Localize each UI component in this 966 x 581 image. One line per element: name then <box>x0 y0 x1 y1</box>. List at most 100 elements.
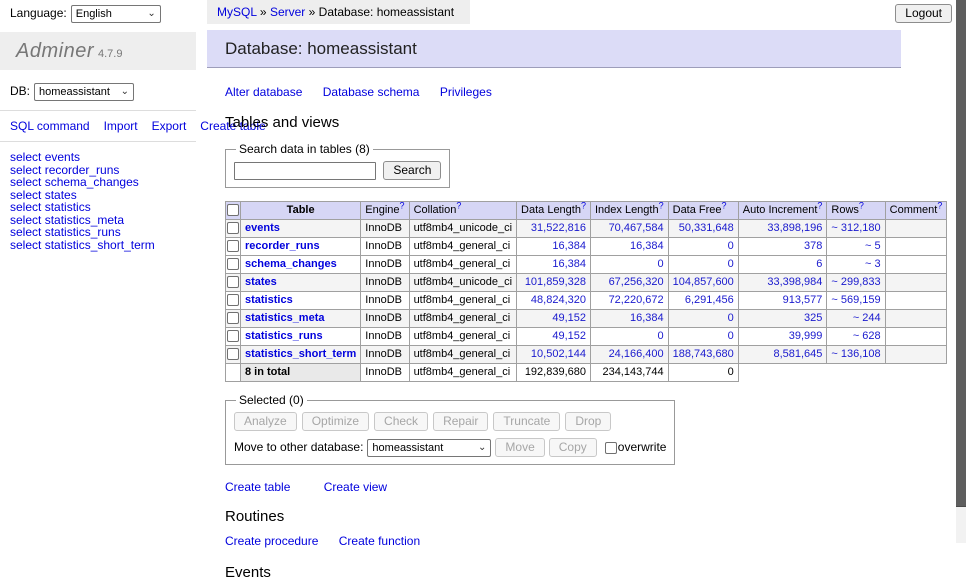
sidebar-action-link[interactable]: Export <box>152 119 187 133</box>
column-header: Collation? <box>409 202 516 220</box>
select-link[interactable]: select <box>10 238 41 252</box>
breadcrumb-link-server[interactable]: Server <box>270 5 305 19</box>
comment-cell <box>885 274 947 292</box>
db-select[interactable]: homeassistant⌄ <box>34 83 134 101</box>
create-table-link[interactable]: Create table <box>225 480 290 494</box>
move-button[interactable]: Move <box>495 438 544 457</box>
rows-count-cell: ~ 136,108 <box>827 346 885 364</box>
row-checkbox[interactable] <box>227 294 239 306</box>
scrollbar-thumb[interactable] <box>956 0 966 507</box>
alter-database-link[interactable]: Alter database <box>225 85 302 99</box>
table-name-cell: states <box>241 274 361 292</box>
select-all-checkbox-cell <box>226 202 241 220</box>
check-button[interactable]: Check <box>374 412 428 431</box>
table-name-link[interactable]: statistics_short_term <box>245 348 356 360</box>
help-link[interactable]: ? <box>722 200 727 210</box>
index-length-cell: 67,256,320 <box>590 274 668 292</box>
overwrite-checkbox[interactable] <box>605 442 617 454</box>
row-checkbox[interactable] <box>227 330 239 342</box>
sidebar-table-item: select statistics_short_term <box>10 239 196 252</box>
create-procedure-link[interactable]: Create procedure <box>225 534 318 548</box>
drop-button[interactable]: Drop <box>565 412 611 431</box>
table-link[interactable]: statistics_short_term <box>45 238 155 252</box>
language-select[interactable]: English⌄ <box>71 5 161 23</box>
search-input[interactable] <box>234 162 376 180</box>
table-name-link[interactable]: states <box>245 276 277 288</box>
create-view-link[interactable]: Create view <box>324 480 387 494</box>
table-name-link[interactable]: events <box>245 222 280 234</box>
help-link[interactable]: ? <box>456 200 461 210</box>
language-row: Language:English⌄ <box>0 0 196 23</box>
table-name-link[interactable]: statistics_runs <box>245 330 323 342</box>
row-checkbox-cell <box>226 220 241 238</box>
data-free-cell: 104,857,600 <box>668 274 738 292</box>
auto-increment-cell: 39,999 <box>738 328 827 346</box>
table-row: statistics_metaInnoDButf8mb4_general_ci4… <box>226 310 947 328</box>
table-name-cell: statistics_runs <box>241 328 361 346</box>
repair-button[interactable]: Repair <box>433 412 488 431</box>
sidebar-action-link[interactable]: SQL command <box>10 119 90 133</box>
column-header: Index Length? <box>590 202 668 220</box>
row-checkbox-cell <box>226 238 241 256</box>
table-name-link[interactable]: schema_changes <box>245 258 337 270</box>
table-name-cell: statistics <box>241 292 361 310</box>
column-header: Auto Increment? <box>738 202 827 220</box>
analyze-button[interactable]: Analyze <box>234 412 297 431</box>
optimize-button[interactable]: Optimize <box>302 412 369 431</box>
help-link[interactable]: ? <box>937 200 942 210</box>
select-all-checkbox[interactable] <box>227 204 239 216</box>
table-name-link[interactable]: statistics <box>245 294 293 306</box>
row-checkbox[interactable] <box>227 258 239 270</box>
engine-cell: InnoDB <box>361 346 409 364</box>
row-checkbox[interactable] <box>227 312 239 324</box>
vertical-scrollbar[interactable] <box>956 0 966 543</box>
breadcrumb-separator: » <box>260 5 267 19</box>
adminer-logo-text: Adminer <box>16 40 94 62</box>
row-checkbox[interactable] <box>227 276 239 288</box>
truncate-button[interactable]: Truncate <box>493 412 560 431</box>
selected-fieldset: Selected (0) AnalyzeOptimizeCheckRepairT… <box>225 393 675 465</box>
table-name-cell: recorder_runs <box>241 238 361 256</box>
row-checkbox[interactable] <box>227 222 239 234</box>
adminer-logo[interactable]: Adminer4.7.9 <box>0 32 196 70</box>
column-header: Data Free? <box>668 202 738 220</box>
page-title: Database: homeassistant <box>207 30 901 68</box>
routines-heading: Routines <box>225 508 901 525</box>
overwrite-label: overwrite <box>618 440 667 454</box>
row-checkbox[interactable] <box>227 348 239 360</box>
data-free-cell: 6,291,456 <box>668 292 738 310</box>
move-row: Move to other database: homeassistant⌄Mov… <box>234 438 666 457</box>
database-schema-link[interactable]: Database schema <box>323 85 420 99</box>
collation-cell: utf8mb4_unicode_ci <box>409 274 516 292</box>
row-checkbox[interactable] <box>227 240 239 252</box>
comment-cell <box>885 220 947 238</box>
privileges-link[interactable]: Privileges <box>440 85 492 99</box>
index-length-cell: 16,384 <box>590 238 668 256</box>
create-function-link[interactable]: Create function <box>339 534 420 548</box>
search-button[interactable]: Search <box>383 161 441 180</box>
data-free-cell: 50,331,648 <box>668 220 738 238</box>
table-name-link[interactable]: statistics_meta <box>245 312 325 324</box>
table-name-link[interactable]: recorder_runs <box>245 240 320 252</box>
help-link[interactable]: ? <box>581 200 586 210</box>
total-label-cell: 8 in total <box>241 364 361 382</box>
row-checkbox-cell <box>226 310 241 328</box>
row-checkbox-cell <box>226 274 241 292</box>
copy-button[interactable]: Copy <box>549 438 597 457</box>
help-link[interactable]: ? <box>659 200 664 210</box>
move-db-select[interactable]: homeassistant⌄ <box>367 439 491 457</box>
move-to-db-label: Move to other database: <box>234 440 363 454</box>
collation-cell: utf8mb4_general_ci <box>409 310 516 328</box>
help-link[interactable]: ? <box>859 200 864 210</box>
breadcrumb-link-mysql[interactable]: MySQL <box>217 5 257 19</box>
data-length-cell: 101,859,328 <box>517 274 591 292</box>
sidebar-action-link[interactable]: Import <box>104 119 138 133</box>
help-link[interactable]: ? <box>400 200 405 210</box>
auto-increment-cell: 8,581,645 <box>738 346 827 364</box>
total-engine-cell: InnoDB <box>361 364 409 382</box>
engine-cell: InnoDB <box>361 256 409 274</box>
data-length-cell: 49,152 <box>517 328 591 346</box>
auto-increment-cell: 33,398,984 <box>738 274 827 292</box>
help-link[interactable]: ? <box>817 200 822 210</box>
logout-button[interactable]: Logout <box>895 4 952 23</box>
